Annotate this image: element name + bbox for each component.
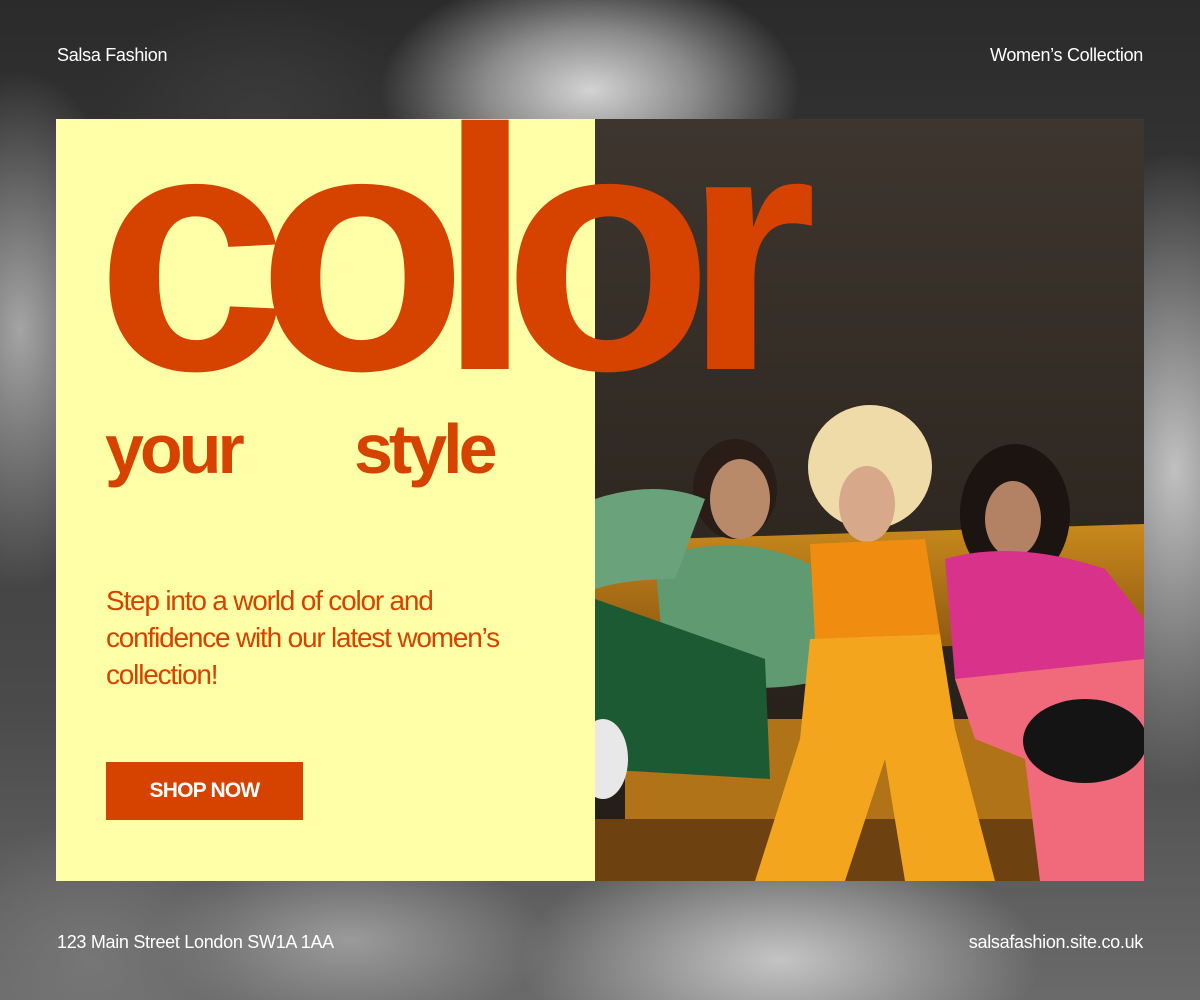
shop-now-button[interactable]: SHOP NOW <box>106 762 303 820</box>
store-address: 123 Main Street London SW1A 1AA <box>57 932 334 952</box>
subheadline-style: style <box>354 410 498 488</box>
subheadline-your: your <box>105 410 245 488</box>
headline-color: color <box>96 58 817 442</box>
website-link[interactable]: salsafashion.site.co.uk <box>969 932 1144 953</box>
promo-description: Step into a world of color and confidenc… <box>106 585 500 690</box>
collection-label: Women’s Collection <box>989 45 1143 65</box>
